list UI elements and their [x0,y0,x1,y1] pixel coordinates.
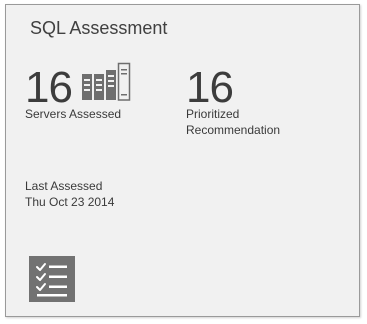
server-rack-icon [82,62,131,101]
servers-assessed-count: 16 [25,63,73,112]
recommendation-label-line2: Recommendation [186,123,281,137]
sql-assessment-tile[interactable]: SQL Assessment 16 Servers Assessed 16 Pr… [5,4,360,317]
prioritized-recommendation-count: 16 [186,63,234,112]
recommendation-label-line1: Prioritized [186,107,240,121]
checklist-icon[interactable] [29,256,75,302]
tile-title: SQL Assessment [30,18,168,38]
servers-assessed-label: Servers Assessed [25,107,122,121]
last-assessed-label: Last Assessed [25,179,103,193]
last-assessed-date: Thu Oct 23 2014 [25,195,115,209]
